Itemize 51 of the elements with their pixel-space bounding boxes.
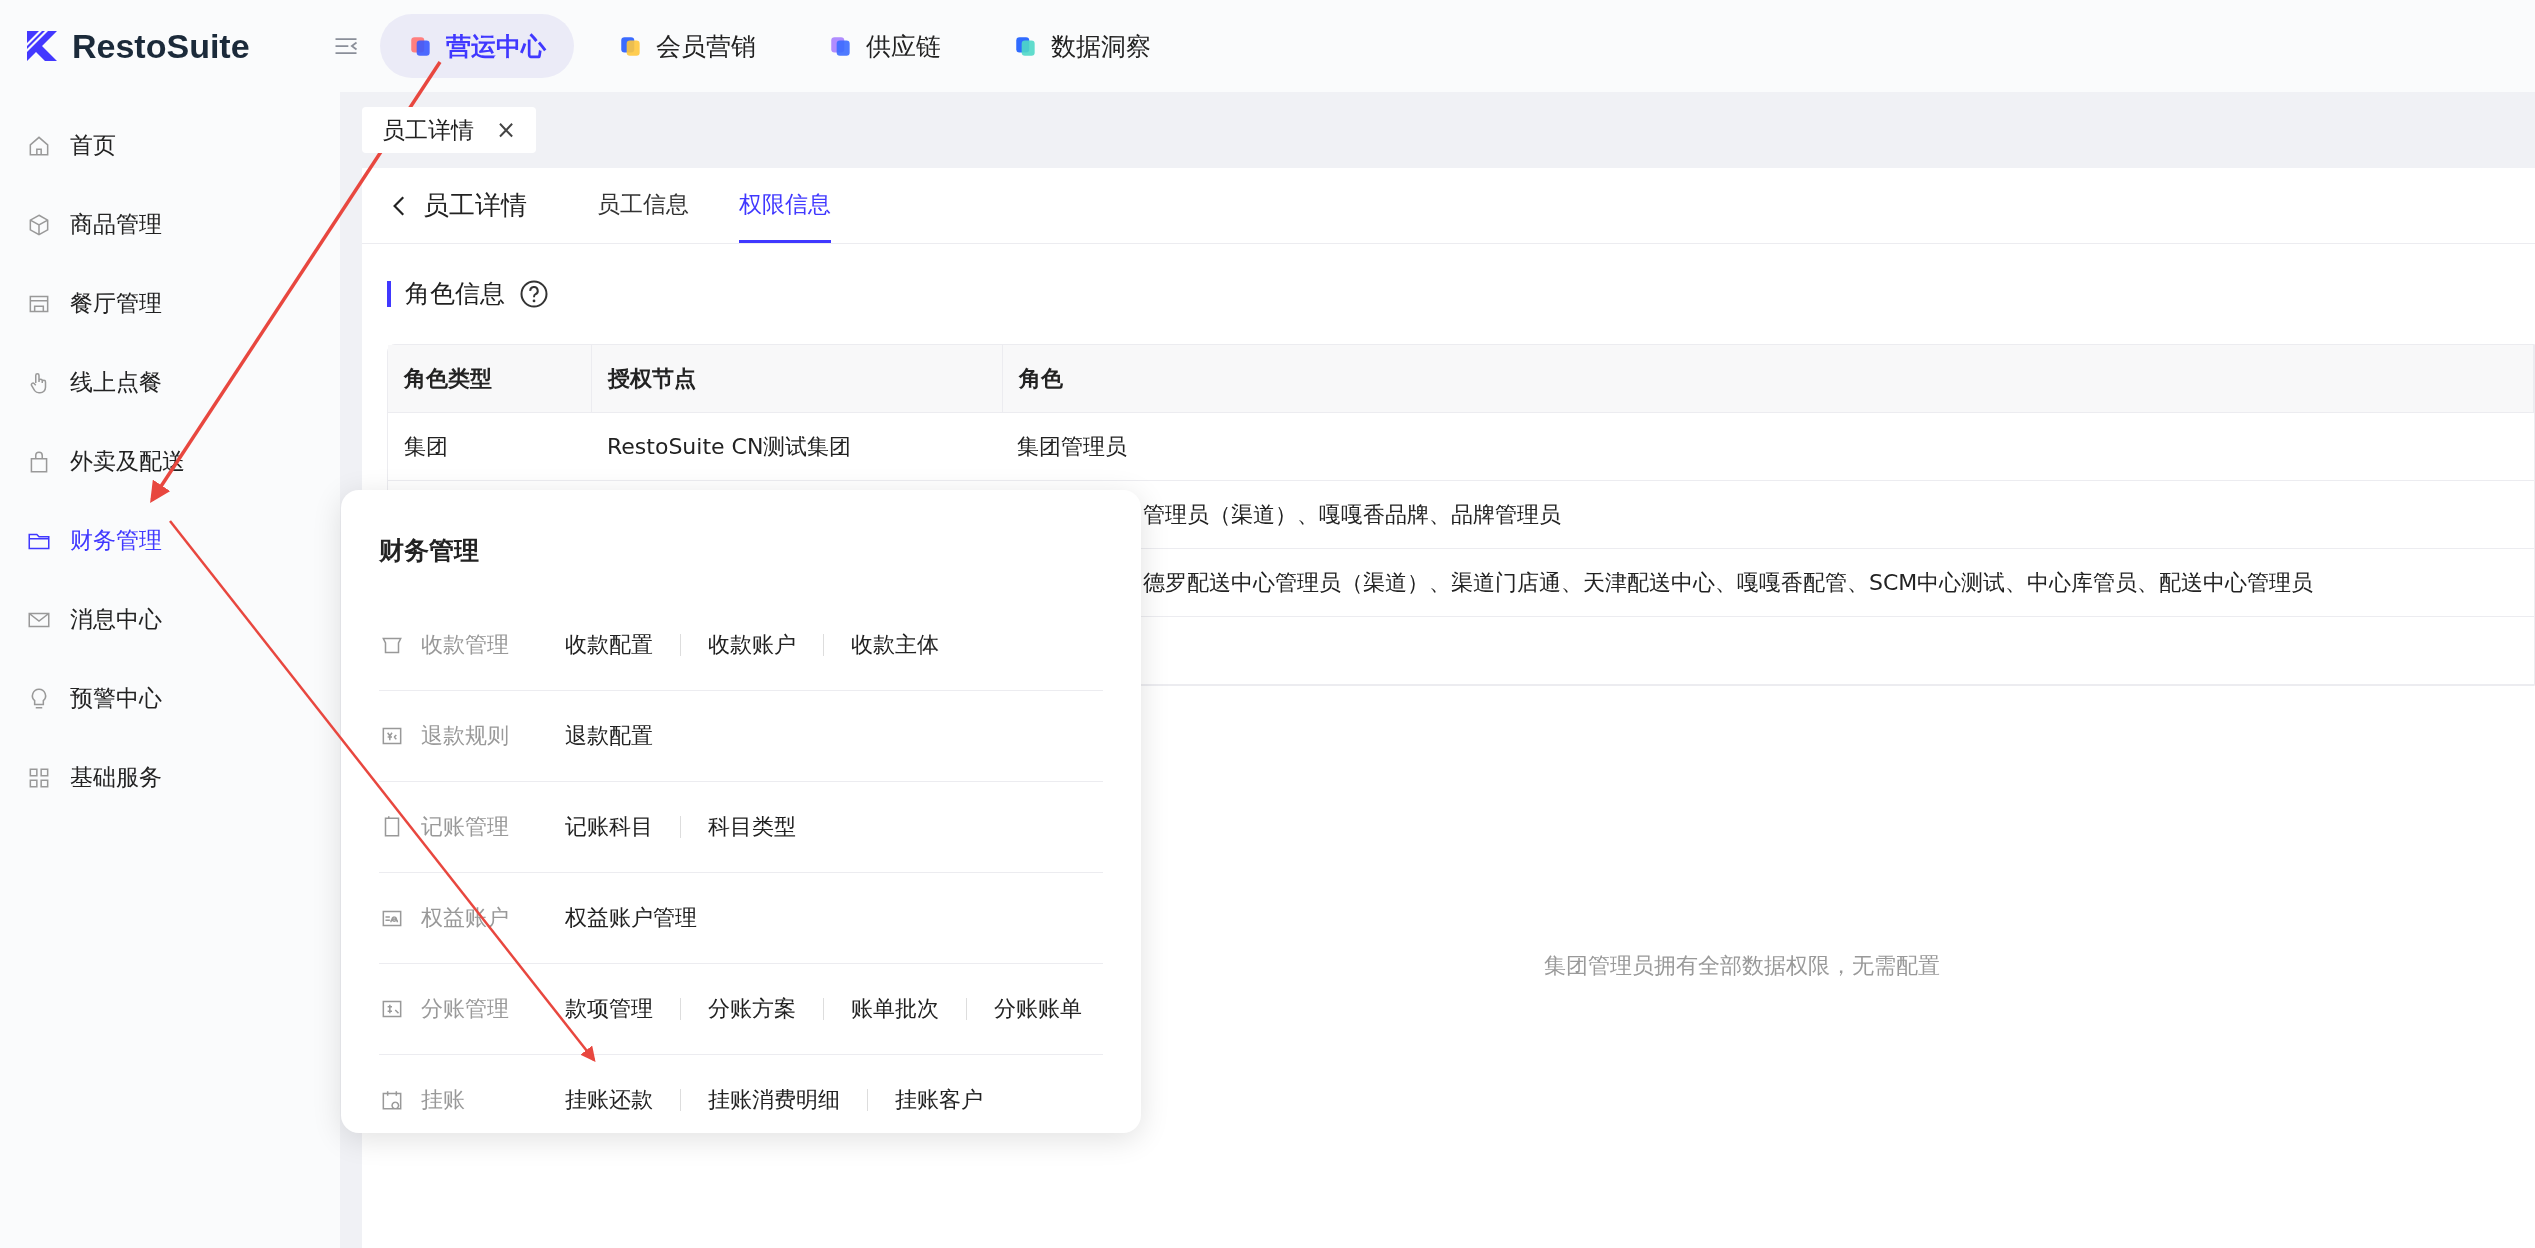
section-title: 角色信息 [387,281,505,307]
menu-link[interactable]: 记账科目 [565,812,653,842]
sidebar-item[interactable]: 商品管理 [0,185,340,264]
group-label: 收款管理 [421,631,510,659]
group-label: 记账管理 [421,813,510,841]
table-cell-text: 集团 [404,432,448,461]
menu-link[interactable]: 账单批次 [851,994,939,1024]
sidebar-item[interactable]: 消息中心 [0,580,340,659]
table-cell-text: RestoSuite CN测试集团 [607,432,852,461]
group-label: 退款规则 [421,722,510,750]
table-cell-text: 德罗配送中心管理员（渠道）、渠道门店通、天津配送中心、嘎嘎香配管、SCM中心测试、中心库管员、配送中心管理员 [1143,568,2314,597]
table-cell-text: 集团管理员 [1017,432,1127,461]
brand-name: RestoSuite [72,26,250,66]
group-label: 挂账 [421,1086,466,1114]
tab[interactable]: 员工信息 [597,168,689,243]
logo-icon [24,28,60,64]
page-tab[interactable]: 员工详情 × [362,107,537,153]
menu-link[interactable]: 挂账客户 [895,1085,983,1115]
nav-tab[interactable]: 供应链 [800,14,969,78]
menu-title: 财务管理 [379,534,480,567]
tab-label: 员工详情 [382,115,474,145]
menu-link[interactable]: 分账账单 [994,994,1082,1024]
group-label: 分账管理 [421,995,510,1023]
sidebar-item[interactable]: 首页 [0,106,340,185]
menu-link[interactable]: 退款配置 [565,721,653,751]
help-icon[interactable] [519,279,549,309]
menu-link[interactable]: 款项管理 [565,994,653,1024]
menu-link[interactable]: 收款主体 [851,630,939,660]
menu-link[interactable]: 科目类型 [708,812,796,842]
sidebar-item[interactable]: 基础服务 [0,738,340,817]
nav-tab[interactable]: 数据洞察 [985,14,1179,78]
menu-link[interactable]: 分账方案 [708,994,796,1024]
menu-link[interactable]: 挂账还款 [565,1085,653,1115]
menu-link[interactable]: 收款账户 [708,630,796,660]
empty-message: 集团管理员拥有全部数据权限，无需配置 [1544,952,1940,980]
sidebar-item[interactable]: 线上点餐 [0,343,340,422]
sidebar-item[interactable]: 预警中心 [0,659,340,738]
menu-link[interactable]: 权益账户管理 [565,903,697,933]
back-link[interactable]: 员工详情 [387,168,527,243]
menu-link[interactable]: 挂账消费明细 [708,1085,840,1115]
nav-tab[interactable]: 营运中心 [380,14,574,78]
close-button[interactable]: × [496,116,517,144]
table-cell-text: 管理员（渠道）、嘎嘎香品牌、品牌管理员 [1143,500,1561,529]
column-header: 授权节点 [592,345,1003,412]
sidebar-item[interactable]: 财务管理 [0,501,340,580]
nav-tab[interactable]: 会员营销 [590,14,784,78]
tab[interactable]: 权限信息 [739,168,831,243]
column-header: 角色类型 [388,345,592,412]
menu-link[interactable]: 收款配置 [565,630,653,660]
column-header: 角色 [1003,345,2534,412]
sidebar-item[interactable]: 餐厅管理 [0,264,340,343]
